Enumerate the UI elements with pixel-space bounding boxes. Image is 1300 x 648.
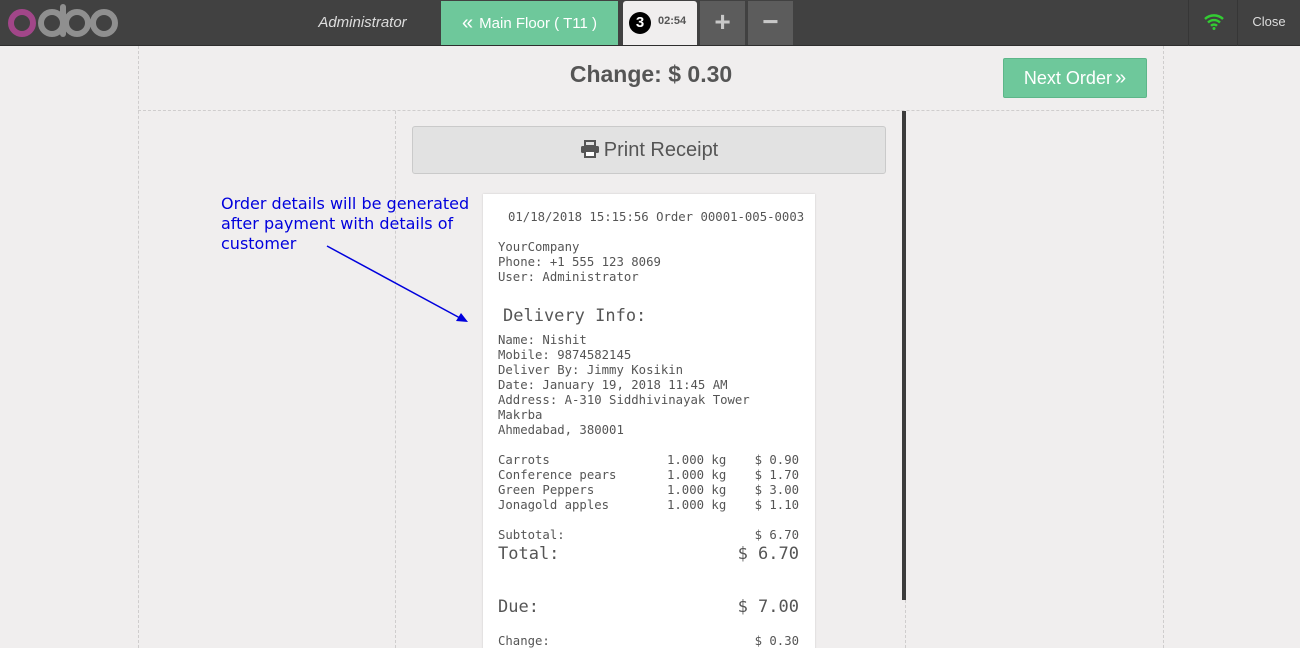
receipt-line-qty: 1.000 kg <box>667 498 727 512</box>
delivery-date: Date: January 19, 2018 11:45 AM <box>498 378 728 392</box>
receipt-order-header: 01/18/2018 15:15:56 Order 00001-005-0003 <box>508 210 805 224</box>
delivery-mobile: Mobile: 9874582145 <box>498 348 632 362</box>
receipt-line-price: $ 1.10 <box>754 498 799 512</box>
annotation-text: Order details will be generated <box>221 194 470 213</box>
screen-top-bar: Change: $ 0.30 Next Order» <box>138 46 1164 111</box>
connection-status[interactable] <box>1188 0 1238 46</box>
receipt-line-price: $ 3.00 <box>754 483 799 497</box>
next-order-button[interactable]: Next Order» <box>1003 58 1147 98</box>
next-order-label: Next Order <box>1023 68 1112 88</box>
delivery-address: Ahmedabad, 380001 <box>498 423 624 437</box>
order-time: 02:54 <box>658 15 687 27</box>
wifi-icon <box>1204 14 1224 30</box>
close-button[interactable]: Close <box>1238 0 1300 46</box>
delivery-info-title: Delivery Info: <box>503 306 647 326</box>
receipt-user: User: Administrator <box>498 270 639 284</box>
annotation-text: customer <box>221 234 297 253</box>
receipt: 01/18/2018 15:15:56 Order 00001-005-0003… <box>483 194 815 648</box>
order-number-badge: 3 <box>629 12 651 34</box>
delivery-name: Name: Nishit <box>498 333 587 347</box>
receipt-line-product: Green Peppers <box>498 483 595 497</box>
receipt-line-price: $ 1.70 <box>754 468 799 482</box>
receipt-line-product: Jonagold apples <box>498 498 610 512</box>
delivery-address: Address: A-310 Siddhivinayak Tower <box>498 393 750 407</box>
annotation-callout: Order details will be generated after pa… <box>221 194 511 254</box>
printer-icon <box>580 140 599 158</box>
total-label: Total: <box>498 544 560 564</box>
total-value: $ 6.70 <box>737 544 799 564</box>
receipt-line-product: Carrots <box>498 453 550 467</box>
due-value: $ 7.00 <box>737 597 799 617</box>
receipt-line-price: $ 0.90 <box>754 453 799 467</box>
change-label: Change: <box>498 634 550 648</box>
receipt-line-qty: 1.000 kg <box>667 468 727 482</box>
top-bar: Administrator « Main Floor ( T11 ) 3 02:5… <box>0 0 1300 46</box>
receipt-phone: Phone: +1 555 123 8069 <box>498 255 661 269</box>
remove-order-button[interactable]: − <box>748 1 793 45</box>
print-receipt-label: Print Receipt <box>603 139 719 161</box>
double-chevron-right-icon: » <box>1114 67 1127 89</box>
change-value: $ 0.30 <box>754 634 799 648</box>
cashier-name[interactable]: Administrator <box>290 0 435 46</box>
subtotal-label: Subtotal: <box>498 528 565 542</box>
due-label: Due: <box>498 597 539 617</box>
annotation-text: after payment with details of <box>221 214 454 233</box>
divider <box>395 111 396 648</box>
divider <box>905 600 906 648</box>
subtotal-value: $ 6.70 <box>754 528 799 542</box>
scrollbar[interactable] <box>902 111 906 600</box>
receipt-line-qty: 1.000 kg <box>667 453 727 467</box>
double-chevron-left-icon: « <box>462 12 474 34</box>
add-order-button[interactable]: + <box>700 1 745 45</box>
odoo-logo <box>8 4 118 37</box>
floor-button-label: Main Floor ( T11 ) <box>479 15 597 32</box>
back-to-floor-button[interactable]: « Main Floor ( T11 ) <box>441 1 618 45</box>
print-receipt-button[interactable]: Print Receipt <box>412 126 886 174</box>
receipt-line-product: Conference pears <box>498 468 617 482</box>
delivery-deliver-by: Deliver By: Jimmy Kosikin <box>498 363 684 377</box>
order-tab[interactable]: 3 02:54 <box>623 1 697 45</box>
delivery-address: Makrba <box>498 408 543 422</box>
receipt-line-qty: 1.000 kg <box>667 483 727 497</box>
